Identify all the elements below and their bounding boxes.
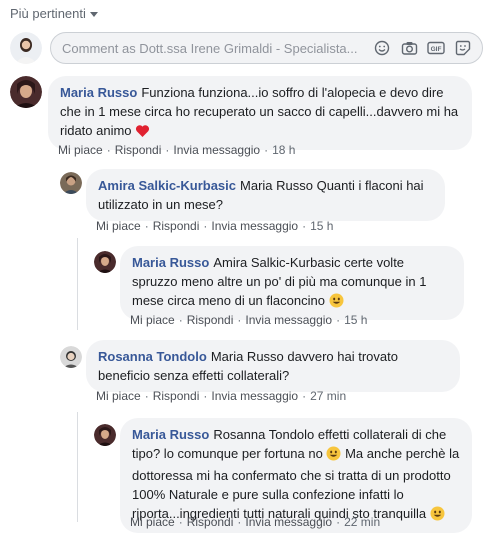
avatar <box>10 76 42 108</box>
svg-text:GIF: GIF <box>431 46 442 53</box>
comment-input[interactable]: Comment as Dott.ssa Irene Grimaldi - Spe… <box>50 32 483 64</box>
sticker-icon[interactable] <box>452 37 474 59</box>
message-link[interactable]: Invia messaggio <box>211 219 298 233</box>
reply-link[interactable]: Rispondi <box>153 219 200 233</box>
smile-emoji-icon <box>329 293 344 313</box>
comment-time[interactable]: 15 h <box>310 219 333 233</box>
sort-label: Più pertinenti <box>10 6 86 21</box>
avatar <box>94 251 116 273</box>
smile-emoji-icon <box>430 506 445 526</box>
avatar <box>94 424 116 446</box>
comment-author[interactable]: Maria Russo <box>132 427 209 442</box>
comment-bubble: Amira Salkic-Kurbasic Maria Russo Quanti … <box>86 169 445 221</box>
comment-author[interactable]: Rosanna Tondolo <box>98 349 207 364</box>
comment-time[interactable]: 18 h <box>272 143 295 157</box>
like-link[interactable]: Mi piace <box>58 143 103 157</box>
avatar <box>10 32 42 64</box>
comment-actions: Mi piace · Rispondi · Invia messaggio · 15 h <box>130 313 368 327</box>
thread-line <box>77 412 78 522</box>
comment-time[interactable]: 15 h <box>344 313 367 327</box>
message-link[interactable]: Invia messaggio <box>173 143 260 157</box>
message-link[interactable]: Invia messaggio <box>211 389 298 403</box>
like-link[interactable]: Mi piace <box>130 515 175 529</box>
reply-link[interactable]: Rispondi <box>187 313 234 327</box>
comment-time[interactable]: 27 min <box>310 389 346 403</box>
comment-actions: Mi piace · Rispondi · Invia messaggio · 15 h <box>96 219 334 233</box>
comment-bubble: Maria Russo Amira Salkic-Kurbasic certe v… <box>120 246 464 320</box>
comment-bubble: Rosanna Tondolo Maria Russo davvero hai t… <box>86 340 460 392</box>
like-link[interactable]: Mi piace <box>96 219 141 233</box>
comment-bubble: Maria Russo Funziona funziona...io soffro… <box>48 76 472 150</box>
comment-actions: Mi piace · Rispondi · Invia messaggio · 22 min <box>130 515 381 529</box>
reply-link[interactable]: Rispondi <box>115 143 162 157</box>
like-link[interactable]: Mi piace <box>130 313 175 327</box>
reply-link[interactable]: Rispondi <box>187 515 234 529</box>
smile-emoji-icon <box>326 446 341 466</box>
avatar <box>60 346 82 368</box>
comment-actions: Mi piace · Rispondi · Invia messaggio · 18 h <box>58 143 296 157</box>
comment-author[interactable]: Amira Salkic-Kurbasic <box>98 178 236 193</box>
avatar <box>60 172 82 194</box>
message-link[interactable]: Invia messaggio <box>245 313 332 327</box>
comment-author[interactable]: Maria Russo <box>60 85 137 100</box>
emoji-icon[interactable] <box>371 37 393 59</box>
chevron-down-icon <box>89 12 98 17</box>
gif-icon[interactable]: GIF <box>425 37 447 59</box>
comment-placeholder: Comment as Dott.ssa Irene Grimaldi - Spe… <box>62 40 358 56</box>
comment-actions: Mi piace · Rispondi · Invia messaggio · 27 min <box>96 389 347 403</box>
thread-line <box>77 238 78 330</box>
heart-emoji-icon <box>135 124 150 143</box>
message-link[interactable]: Invia messaggio <box>245 515 332 529</box>
comment-author[interactable]: Maria Russo <box>132 255 209 270</box>
sort-dropdown[interactable]: Più pertinenti <box>10 6 98 21</box>
comment-time[interactable]: 22 min <box>344 515 380 529</box>
comment-composer: Comment as Dott.ssa Irene Grimaldi - Spe… <box>10 31 483 65</box>
like-link[interactable]: Mi piace <box>96 389 141 403</box>
camera-icon[interactable] <box>398 37 420 59</box>
reply-link[interactable]: Rispondi <box>153 389 200 403</box>
